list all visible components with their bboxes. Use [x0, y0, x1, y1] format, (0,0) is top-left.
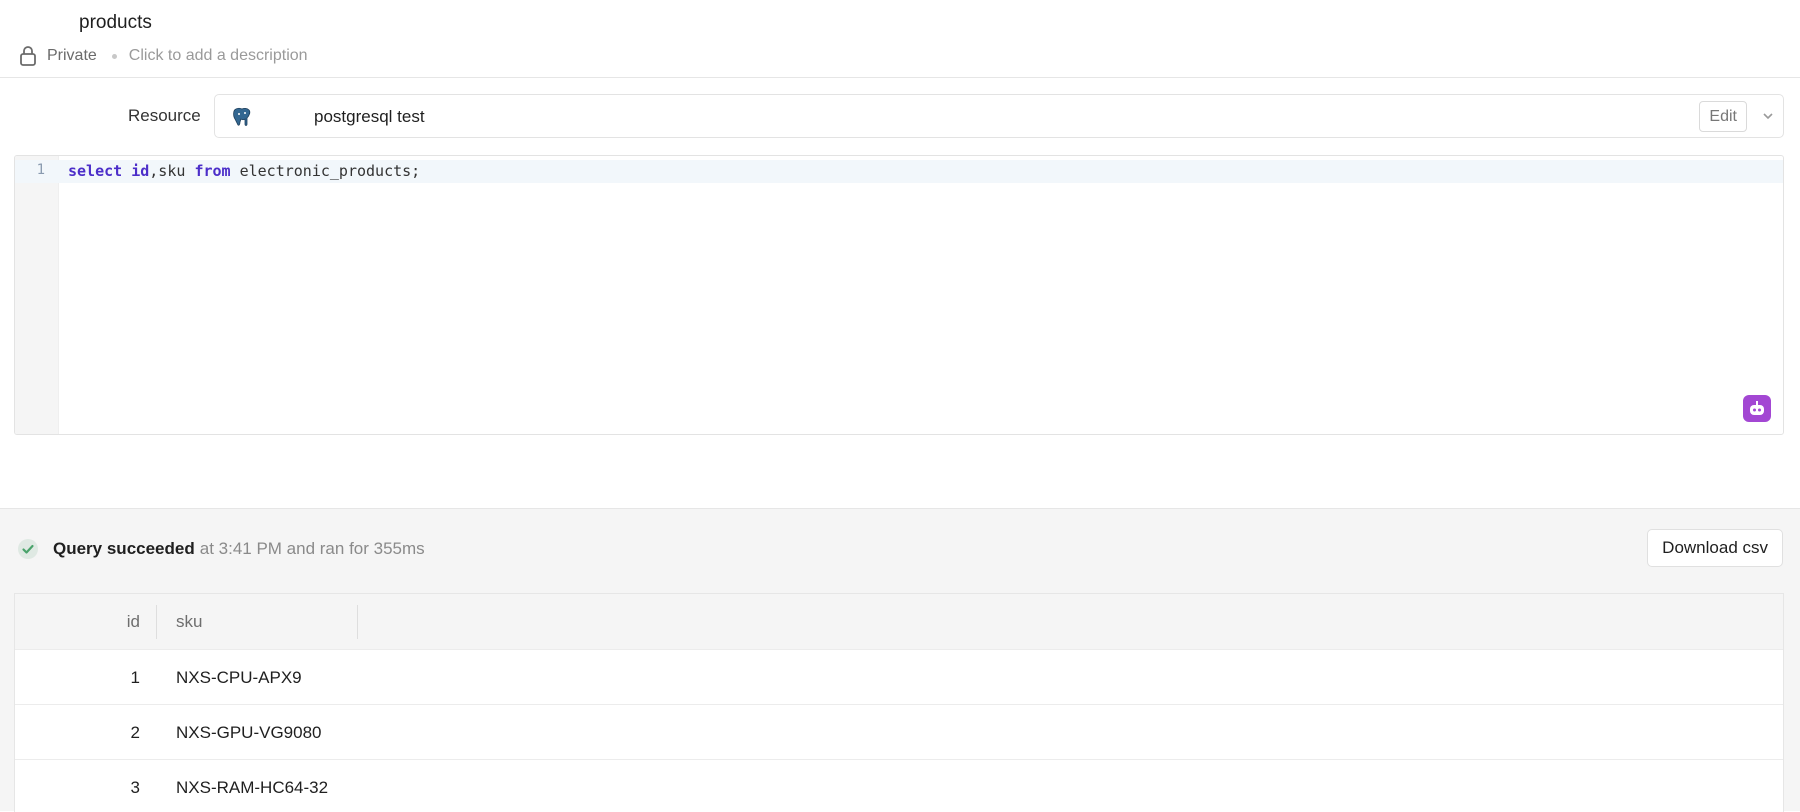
- code-token: select: [68, 162, 123, 180]
- column-header-sku[interactable]: sku: [176, 594, 202, 650]
- cell-sku: NXS-GPU-VG9080: [176, 723, 322, 742]
- query-meta: Private Click to add a description: [18, 44, 308, 68]
- query-status: Query succeeded at 3:41 PM and ran for 3…: [17, 537, 425, 561]
- cell-id: 3: [130, 778, 140, 797]
- chevron-down-icon[interactable]: [1761, 109, 1775, 123]
- lock-icon: [20, 46, 36, 66]
- line-gutter: [15, 156, 59, 434]
- column-header-id[interactable]: id: [15, 594, 140, 650]
- table-row[interactable]: 3 NXS-RAM-HC64-32: [15, 760, 1783, 812]
- table-row[interactable]: 2 NXS-GPU-VG9080: [15, 705, 1783, 760]
- cell-sku: NXS-RAM-HC64-32: [176, 778, 329, 797]
- description-field[interactable]: Click to add a description: [129, 47, 308, 65]
- code-token: electronic_products;: [230, 162, 421, 180]
- query-title[interactable]: products: [79, 12, 152, 34]
- code-token: ,sku: [149, 162, 195, 180]
- table-header: id sku: [15, 594, 1783, 650]
- resource-name: postgresql test: [314, 107, 425, 126]
- cell-id: 2: [130, 723, 140, 742]
- column-resize-handle[interactable]: [357, 605, 358, 639]
- table-row[interactable]: 1 NXS-CPU-APX9: [15, 650, 1783, 705]
- cell-id: 1: [130, 668, 140, 687]
- sql-editor[interactable]: 1 select id,sku from electronic_products…: [14, 155, 1784, 435]
- separator-dot: [111, 53, 117, 59]
- results-panel: Query succeeded at 3:41 PM and ran for 3…: [0, 508, 1800, 812]
- code-line[interactable]: select id,sku from electronic_products;: [68, 162, 420, 180]
- column-resize-handle[interactable]: [156, 605, 157, 639]
- success-check-icon: [18, 539, 38, 559]
- resource-selector[interactable]: postgresql test Edit: [214, 94, 1784, 138]
- edit-resource-button[interactable]: Edit: [1699, 101, 1747, 132]
- resource-label: Resource: [128, 106, 201, 125]
- postgresql-icon: [233, 107, 251, 126]
- ai-assistant-button[interactable]: [1743, 395, 1771, 422]
- robot-icon: [1750, 400, 1764, 415]
- status-detail: at 3:41 PM and ran for 355ms: [199, 539, 425, 558]
- results-table: id sku 1 NXS-CPU-APX9 2 NXS-GPU-VG9080 3…: [14, 593, 1784, 812]
- cell-sku: NXS-CPU-APX9: [176, 668, 302, 687]
- visibility-label[interactable]: Private: [47, 47, 97, 65]
- query-header: products Private Click to add a descript…: [0, 0, 1800, 78]
- code-token: id: [131, 162, 150, 180]
- line-number: 1: [36, 162, 45, 178]
- code-token: from: [194, 162, 231, 180]
- status-title: Query succeeded: [53, 539, 195, 558]
- download-csv-button[interactable]: Download csv: [1647, 529, 1783, 567]
